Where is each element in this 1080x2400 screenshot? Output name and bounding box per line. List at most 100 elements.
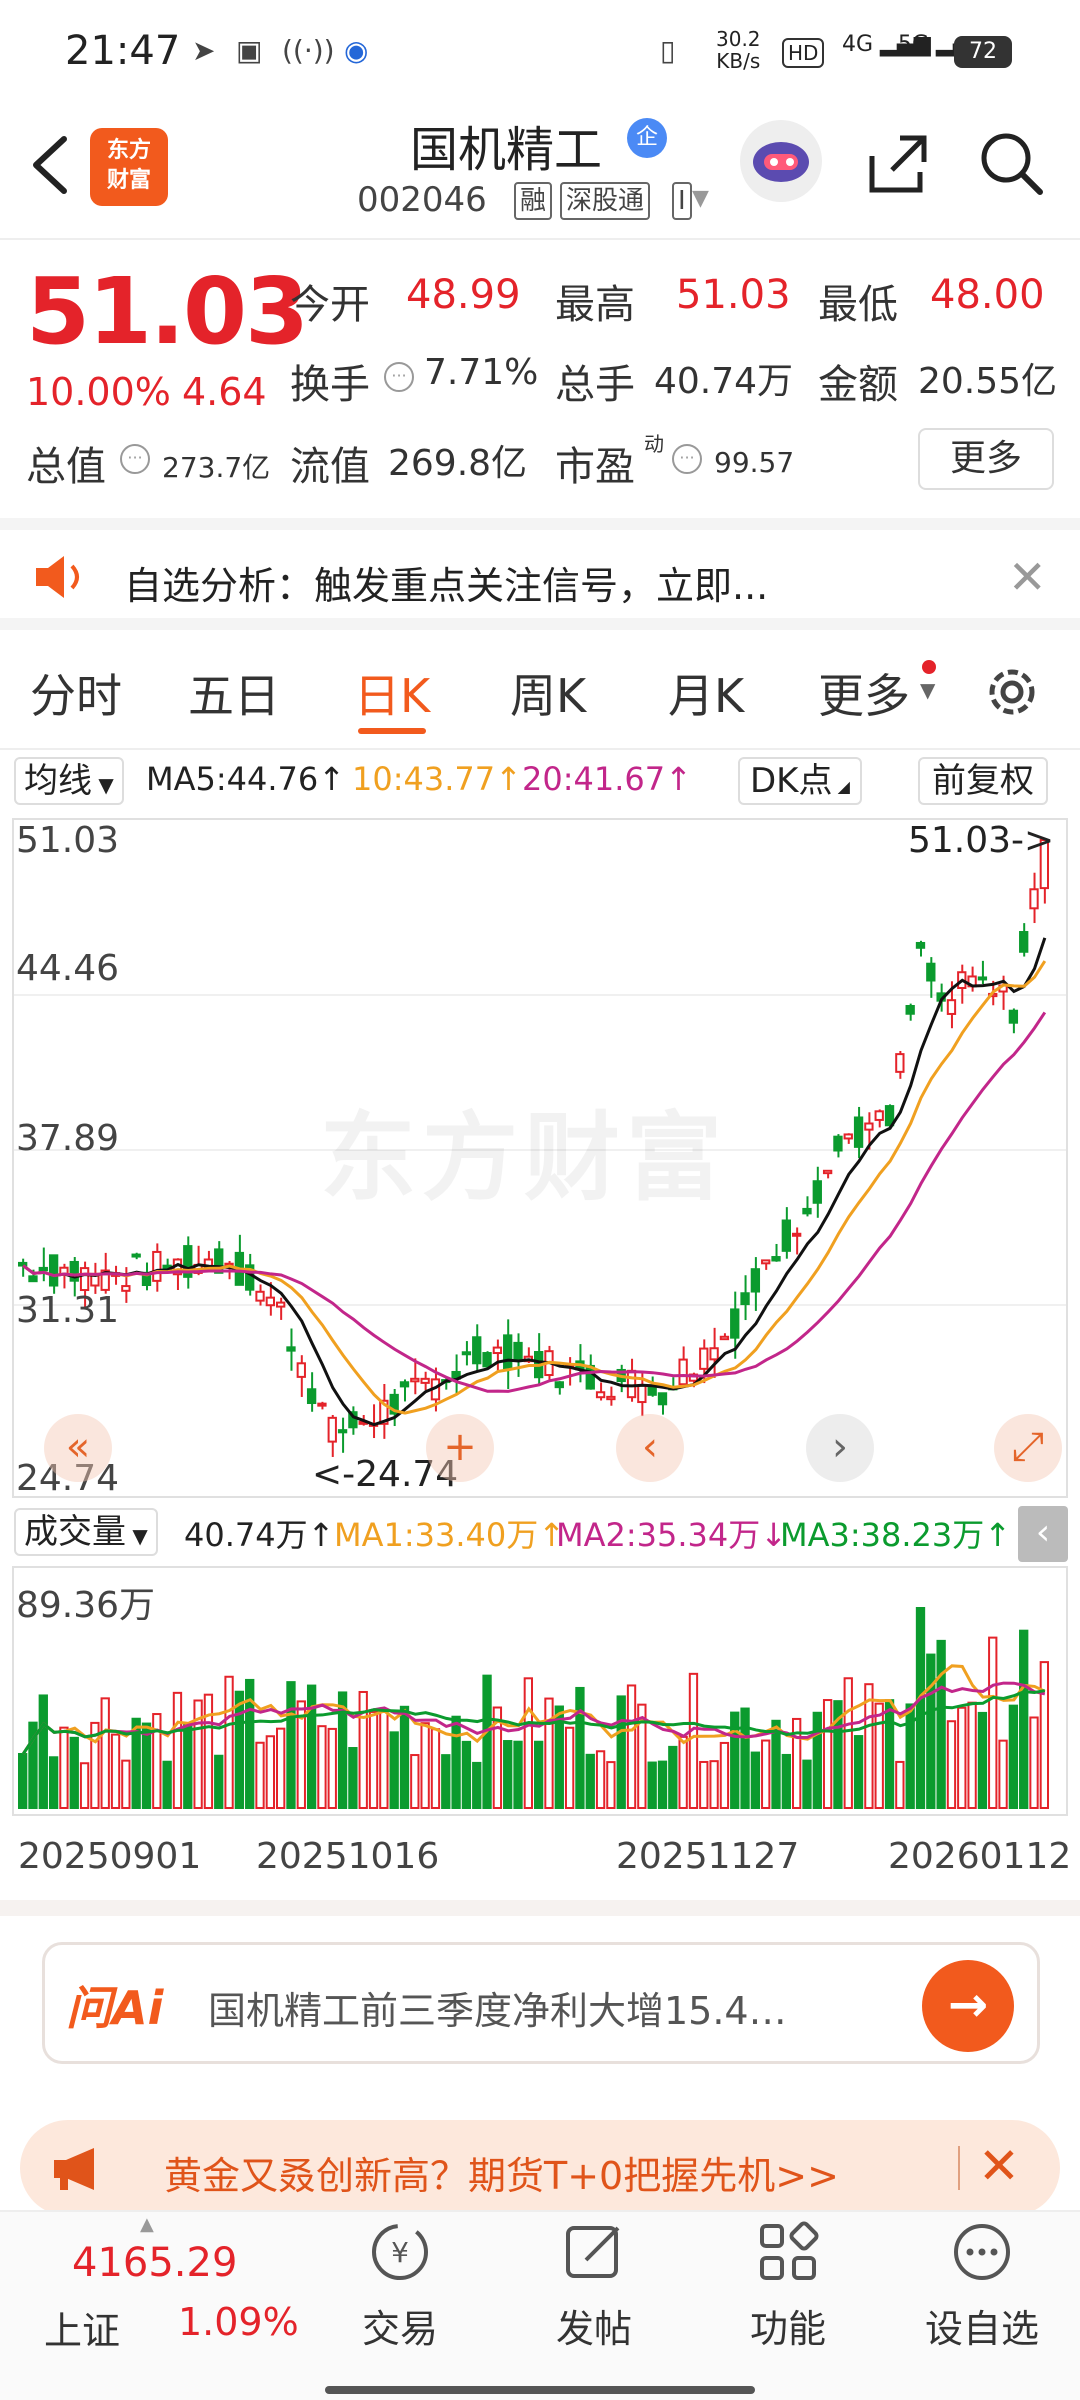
battery-indicator: 72 [954, 36, 1012, 68]
nav-functions[interactable]: 功能 [728, 2220, 848, 2353]
volume-bar [678, 1735, 688, 1809]
net-speed: 30.2 KB/s [716, 28, 761, 72]
fullscreen-icon[interactable]: ⤢ [994, 1414, 1062, 1482]
volume-bar [172, 1691, 183, 1809]
chevron-down-icon[interactable]: ▼ [692, 186, 709, 211]
zoom-in-icon[interactable]: + [426, 1414, 494, 1482]
tab-more[interactable]: 更多 [818, 660, 910, 726]
volume-bar [234, 1690, 245, 1809]
nav-add-favorite[interactable]: 设自选 [922, 2220, 1042, 2353]
back-button[interactable] [20, 125, 80, 205]
volume-bar [915, 1607, 926, 1809]
candle-body [864, 1122, 874, 1131]
volume-ma3: MA3:38.23万↑ [780, 1516, 1012, 1554]
volume-bar [286, 1681, 296, 1809]
volume-bar [110, 1733, 121, 1810]
volume-bar [998, 1739, 1008, 1809]
alert-text[interactable]: 自选分析：触发重点关注信号，立即... [124, 555, 768, 610]
volume-bar [719, 1741, 730, 1809]
scroll-far-left-icon[interactable]: « [44, 1414, 112, 1482]
volume-bar [802, 1759, 812, 1809]
ma20-label: 20:41.67 [522, 760, 666, 798]
volume-bar [162, 1760, 172, 1809]
dk-point-button[interactable]: DK点 ◢ [738, 757, 862, 805]
nav-add-favorite-label: 设自选 [924, 2307, 1039, 2351]
candle-body [595, 1391, 606, 1399]
active-tab-indicator [358, 728, 426, 734]
nav-trade[interactable]: ¥ 交易 [340, 2220, 460, 2353]
search-icon[interactable] [976, 128, 1046, 198]
info-icon[interactable]: ··· [384, 362, 414, 392]
tab-five-day[interactable]: 五日 [188, 660, 280, 726]
more-quote-button[interactable]: 更多 [918, 428, 1054, 490]
volume-bar [368, 1710, 379, 1809]
volume-bar [544, 1697, 554, 1809]
volume-bar [472, 1761, 482, 1810]
candle-body [79, 1267, 90, 1292]
turnover-value: 7.71% [424, 352, 539, 393]
volume-bar [668, 1745, 678, 1809]
ma10-label: 10:43.77 [352, 760, 496, 798]
ma-select[interactable]: 均线 ▼ [14, 757, 124, 805]
adjust-mode-button[interactable]: 前复权 [918, 757, 1048, 805]
volume-bar [585, 1753, 595, 1810]
y-axis-label: 51.03 [16, 820, 120, 861]
volume-max-label: 89.36万 [16, 1585, 156, 1626]
volume-bar [534, 1740, 544, 1809]
arrow-right-icon[interactable]: → [922, 1960, 1014, 2052]
collapse-panel-icon[interactable]: ‹ [1018, 1506, 1068, 1562]
share-icon[interactable] [862, 128, 932, 198]
net-speed-unit: KB/s [716, 49, 761, 73]
close-icon[interactable]: ✕ [1008, 550, 1047, 604]
high-label: 最高 [555, 282, 635, 328]
candle-body [792, 1232, 802, 1237]
candle-body [554, 1381, 564, 1389]
grid-icon [760, 2221, 819, 2280]
candle-body [874, 1110, 884, 1121]
nav-post[interactable]: 发帖 [534, 2220, 654, 2353]
x-axis-date: 20251127 [616, 1836, 800, 1877]
nfc-icon: ((·)) [282, 34, 335, 67]
enterprise-badge: 企 [627, 118, 667, 158]
status-time: 21:47 [65, 28, 181, 74]
y-axis-label: 44.46 [16, 948, 120, 989]
tab-daily-k[interactable]: 日K [354, 660, 430, 726]
scroll-right-icon[interactable]: › [806, 1414, 874, 1482]
volume-bar [389, 1731, 399, 1809]
stock-code: 002046 [357, 180, 487, 220]
index-change[interactable]: 1.09% [178, 2300, 299, 2344]
candle-body [503, 1334, 513, 1371]
tab-monthly-k[interactable]: 月K [668, 660, 744, 726]
home-indicator[interactable] [325, 2386, 755, 2394]
tab-weekly-k[interactable]: 周K [510, 660, 586, 726]
candle-body [276, 1301, 286, 1308]
volume-bar [699, 1760, 709, 1809]
promo-text[interactable]: 黄金又叒创新高？期货T+0把握先机>> [164, 2145, 839, 2200]
ai-prompt-text[interactable]: 国机精工前三季度净利大增15.4… [208, 1980, 898, 2035]
volume-bar [647, 1761, 657, 1810]
candle-body [895, 1053, 905, 1073]
app-status-icon: ◉ [344, 34, 369, 67]
pe-dynamic-sup: 动 [644, 432, 664, 456]
volume-bar [1019, 1629, 1029, 1809]
index-name[interactable]: 上证 [44, 2300, 120, 2355]
gear-icon[interactable] [980, 660, 1044, 724]
volume-bar [688, 1672, 699, 1809]
low-value: 48.00 [930, 272, 1045, 318]
info-icon[interactable]: ··· [120, 444, 150, 474]
volume-ma3-label: MA3:38.23万 [780, 1516, 985, 1554]
ai-assistant-icon[interactable] [740, 120, 822, 202]
close-icon[interactable]: ✕ [978, 2137, 1020, 2195]
trade-icon: ¥ [372, 2224, 428, 2280]
chevron-up-icon[interactable]: ▲ [140, 2214, 154, 2235]
candle-body [399, 1381, 410, 1388]
scroll-left-icon[interactable]: ‹ [616, 1414, 684, 1482]
volume-indicator-select[interactable]: 成交量 ▼ [14, 1508, 158, 1556]
volume-bar [461, 1740, 472, 1809]
info-icon[interactable]: ··· [672, 444, 702, 474]
volume-chart[interactable] [12, 1566, 1068, 1816]
tab-intraday[interactable]: 分时 [30, 660, 122, 726]
sim2-label: 5G [898, 32, 930, 57]
index-value[interactable]: 4165.29 [72, 2240, 237, 2286]
candle-body [121, 1285, 131, 1292]
